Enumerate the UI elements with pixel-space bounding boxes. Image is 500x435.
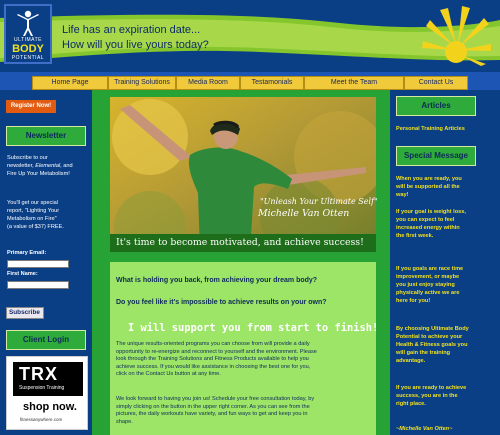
special-line: By choosing Ultimate Body — [396, 326, 469, 332]
signature: ~Michelle Van Otten~ — [396, 426, 453, 432]
special-line: the first week. — [396, 233, 434, 239]
special-line: If you are ready to achieve — [396, 385, 467, 391]
motivation-banner-text: It's time to become motivated, and achie… — [116, 237, 364, 248]
email-label: Primary Email: — [7, 250, 47, 256]
special-line: advantage. — [396, 358, 426, 364]
client-login-button[interactable]: Client Login — [6, 330, 86, 350]
report-text-line: (a value of $37) FREE. — [7, 224, 64, 230]
special-line: you just enjoy staying — [396, 282, 455, 288]
nav-media-room[interactable]: Media Room — [176, 76, 240, 90]
email-field[interactable] — [7, 260, 69, 268]
hero-photo — [110, 97, 376, 252]
logo-line-2: BODY — [12, 43, 44, 55]
special-line: way! — [396, 192, 409, 198]
report-text-line: report, "Lighting Your — [7, 208, 60, 214]
tagline: Life has an expiration date... How will … — [62, 23, 209, 53]
newsletter-text-line: newsletter, Elemental, and — [7, 162, 89, 170]
paragraph-line: The unique results-oriented programs you… — [116, 341, 310, 347]
paragraph-line: shape. — [116, 418, 133, 425]
special-line: here for you! — [396, 298, 431, 304]
paragraph-line: simply clicking on the button in the upp… — [116, 403, 310, 410]
site-logo[interactable]: ULTIMATE BODY POTENTIAL — [4, 4, 52, 64]
newsletter-name: Elemental — [35, 163, 61, 169]
report-text-line: You'll get our special — [7, 200, 58, 206]
tagline-line-1: Life has an expiration date... — [62, 24, 201, 36]
trx-shop-now: shop now. — [23, 401, 77, 413]
special-message-heading: Special Message — [396, 146, 476, 166]
first-name-field[interactable] — [7, 281, 69, 289]
person-logo-icon — [17, 10, 39, 36]
paragraph-line: opportunity to re-energize and reconnect… — [116, 348, 317, 355]
special-message-para: If you goals are race time improvement, … — [396, 265, 496, 305]
special-message-para: By choosing Ultimate Body Potential to a… — [396, 325, 496, 365]
nav-meet-the-team[interactable]: Meet the Team — [304, 76, 404, 90]
nav-contact-us[interactable]: Contact Us — [404, 76, 468, 90]
special-line: increased energy within — [396, 225, 460, 231]
paragraph-line: click on the Contact Us button at any ti… — [116, 371, 221, 377]
nav-training-solutions[interactable]: Training Solutions — [108, 76, 176, 90]
nav-testimonials[interactable]: Testamonials — [240, 76, 304, 90]
special-line: physically active we are — [396, 290, 460, 296]
question-1: What is holding you back, from achieving… — [116, 277, 318, 284]
trx-subtitle: Suspension Training — [19, 385, 65, 391]
newsletter-heading: Newsletter — [6, 126, 86, 146]
register-button[interactable]: Register Now! — [6, 100, 56, 113]
special-line: If you goals are race time — [396, 266, 464, 272]
logo-line-3: POTENTIAL — [11, 55, 45, 61]
header: ULTIMATE BODY POTENTIAL Life has an expi… — [0, 0, 500, 72]
special-line: If your goal is weight loss, — [396, 209, 466, 215]
consultation-paragraph: We look forward to having you join us! S… — [116, 396, 374, 426]
special-line: will gain the training — [396, 350, 451, 356]
tagline-line-2: How will you live yours today? — [62, 39, 209, 51]
report-text-line: Metabolism on Fire" — [7, 216, 57, 222]
paragraph-line: pictures, the daily workouts have variet… — [116, 411, 308, 417]
special-line: When you are ready, you — [396, 176, 462, 182]
newsletter-text: Subscribe to our newsletter, Elemental, … — [7, 154, 89, 178]
special-line: will be supported all the — [396, 184, 460, 190]
question-2: Do you feel like it's impossible to achi… — [116, 299, 327, 306]
page: ULTIMATE BODY POTENTIAL Life has an expi… — [0, 0, 500, 435]
special-line: right place. — [396, 401, 426, 407]
special-line: Potential to achieve your — [396, 334, 463, 340]
newsletter-text-line: Subscribe to our — [7, 155, 48, 161]
trx-site: fitnessanywhere.com — [20, 417, 63, 422]
articles-heading: Articles — [396, 96, 476, 116]
first-name-label: First Name: — [7, 271, 38, 277]
photo-signature: Michelle Van Otten — [258, 208, 350, 219]
special-message-para: If your goal is weight loss, you can exp… — [396, 208, 496, 240]
nav-home[interactable]: Home Page — [32, 76, 108, 90]
newsletter-text-part: , and — [60, 163, 73, 169]
subscribe-button[interactable]: Subscribe — [6, 307, 44, 319]
special-line: improvement, or maybe — [396, 274, 460, 280]
photo-quote: "Unleash Your Ultimate Self" — [260, 197, 378, 206]
personal-training-articles-link[interactable]: Personal Training Articles — [396, 125, 496, 133]
special-line: Health & Fitness goals you — [396, 342, 468, 348]
special-message-para: When you are ready, you will be supporte… — [396, 175, 496, 199]
sun-icon — [422, 6, 491, 66]
special-line: success, you are in the — [396, 393, 458, 399]
special-report-text: You'll get our special report, "Lighting… — [7, 199, 89, 231]
trx-ad[interactable]: TRX Suspension Training shop now. fitnes… — [6, 356, 88, 430]
newsletter-text-part: newsletter, — [7, 163, 36, 169]
trx-ad-banner: TRX Suspension Training — [13, 362, 83, 396]
trx-logo: TRX — [19, 364, 58, 384]
special-line: you can expect to feel — [396, 217, 455, 223]
paragraph-line: We look forward to having you join us! S… — [116, 396, 315, 402]
paragraph-line: look through the Training Solutions and … — [116, 356, 309, 362]
support-heading: I will support you from start to finish! — [128, 322, 379, 334]
intro-paragraph: The unique results-oriented programs you… — [116, 341, 374, 379]
newsletter-text-line: Fire Up Your Metabolism! — [7, 171, 70, 177]
paragraph-line: achieve success. If you would like assis… — [116, 363, 311, 370]
special-message-para: If you are ready to achieve success, you… — [396, 384, 496, 408]
